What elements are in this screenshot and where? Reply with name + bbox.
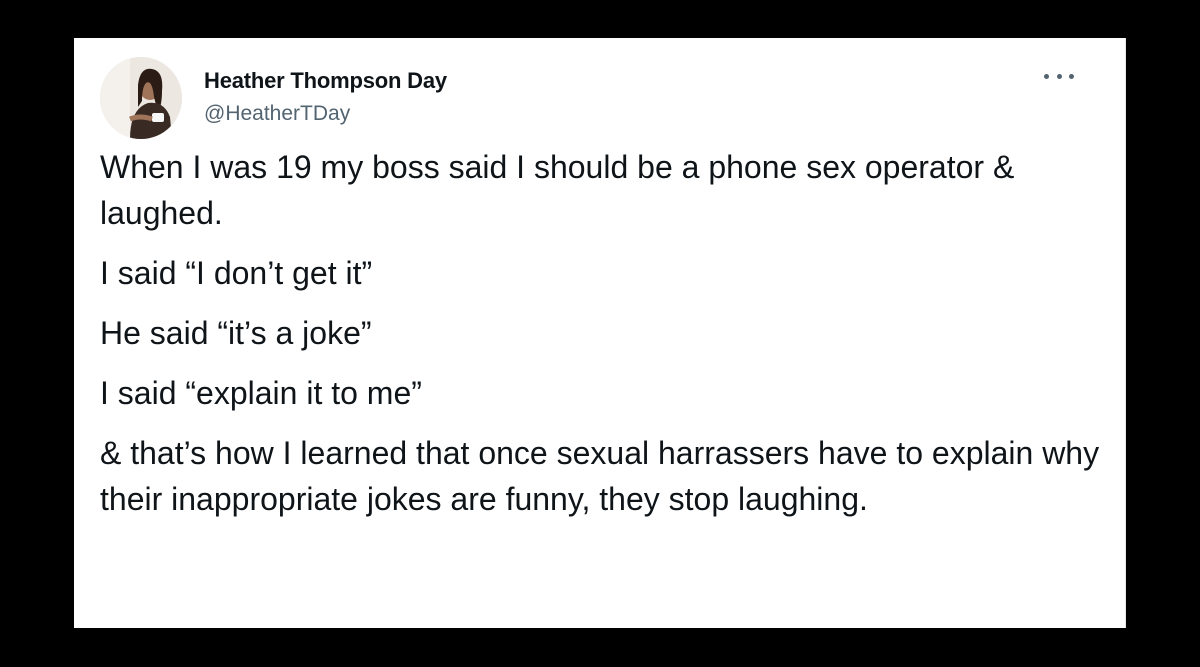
tweet-paragraph: When I was 19 my boss said I should be a… [100, 149, 1015, 231]
more-icon[interactable] [1044, 68, 1074, 84]
tweet-card: Heather Thompson Day @HeatherTDay When I… [74, 38, 1126, 628]
tweet-text: When I was 19 my boss said I should be a… [100, 144, 1110, 536]
avatar-photo [100, 57, 182, 139]
more-dot [1056, 73, 1062, 79]
avatar[interactable] [100, 57, 182, 139]
tweet-paragraph: I said “explain it to me” [100, 375, 422, 411]
tweet-paragraph: I said “I don’t get it” [100, 255, 373, 291]
author-name[interactable]: Heather Thompson Day [204, 68, 447, 94]
more-dot [1069, 73, 1074, 79]
more-dot [1044, 73, 1049, 79]
author-handle[interactable]: @HeatherTDay [204, 102, 350, 126]
tweet-paragraph: & that’s how I learned that once sexual … [100, 435, 1100, 517]
tweet-paragraph: He said “it’s a joke” [100, 315, 372, 351]
